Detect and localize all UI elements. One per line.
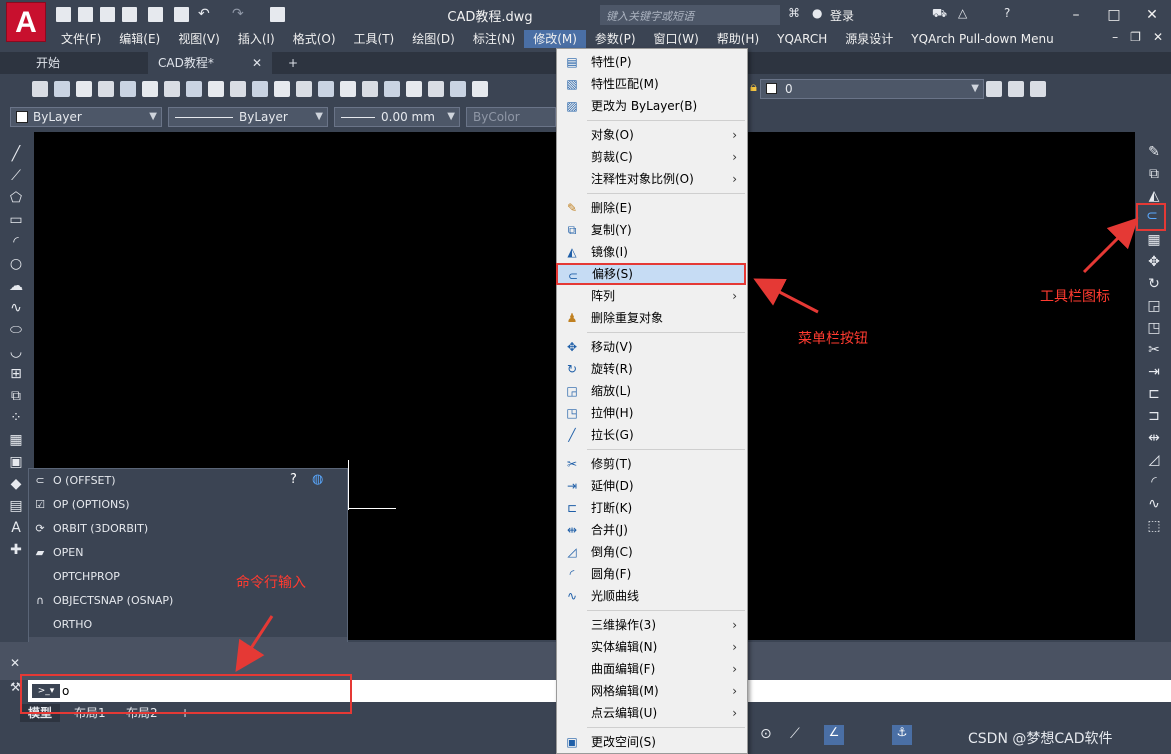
toolbar-arrow: [1082, 217, 1139, 274]
menu-arrow: [753, 278, 819, 314]
app-logo[interactable]: A: [6, 2, 46, 42]
cad-window: A ↶ ↷ CAD教程.dwg 键入关键字或短语 ⌘ ● 登录 ⛟ △ ? – …: [0, 0, 1171, 754]
cmdline-arrow: [235, 615, 274, 673]
annotation-arrows: [235, 217, 1139, 673]
